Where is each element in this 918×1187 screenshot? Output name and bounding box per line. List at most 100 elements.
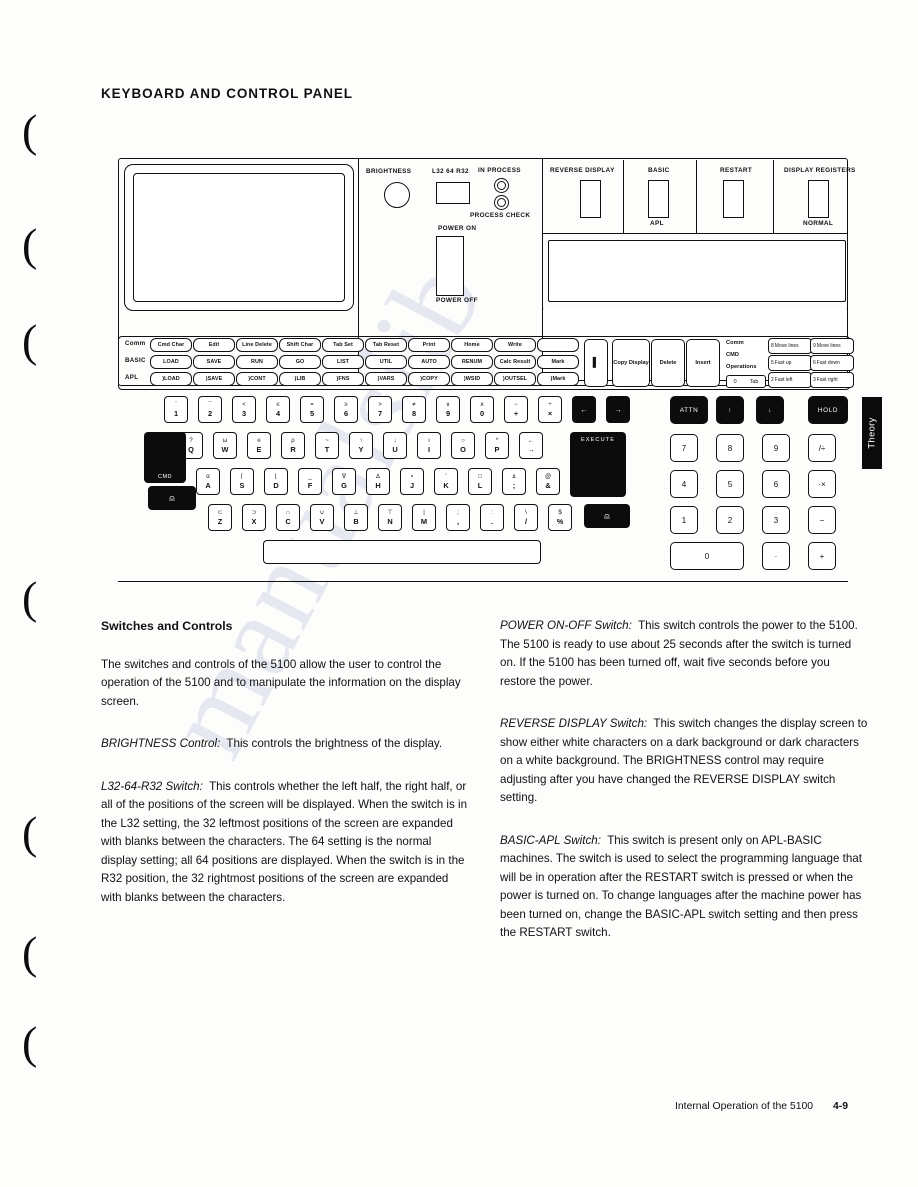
fkey-apl-lib[interactable]: )LIB — [279, 372, 321, 386]
key-f[interactable]: _ F — [298, 468, 322, 495]
numpad-4[interactable]: 4 — [670, 470, 698, 498]
fkey-apl-vars[interactable]: )VARS — [365, 372, 407, 386]
fkey-apl-outsel[interactable]: )OUTSEL — [494, 372, 536, 386]
key-d[interactable]: ⌊ D — [264, 468, 288, 495]
fkey-apl-mark[interactable]: )Mark — [537, 372, 579, 386]
key-3[interactable]: <3 — [232, 396, 256, 423]
key-8[interactable]: ≠ 8 — [402, 396, 426, 423]
fkey-print[interactable]: Print — [408, 338, 450, 352]
restart-switch[interactable] — [723, 180, 744, 218]
numpad-1[interactable]: 1 — [670, 506, 698, 534]
power-switch[interactable] — [436, 236, 464, 296]
numpad-5[interactable]: 5 — [716, 470, 744, 498]
reverse-display-switch[interactable] — [580, 180, 601, 218]
fkey-apl-cont[interactable]: )CONT — [236, 372, 278, 386]
cursor-up-key[interactable]: ↑ — [716, 396, 744, 424]
cmd-fast-up-key[interactable]: 5 Fast up — [768, 355, 812, 371]
key-v[interactable]: ∪ V — [310, 504, 334, 531]
fkey-run[interactable]: RUN — [236, 355, 278, 369]
key-times[interactable]: ÷ × — [538, 396, 562, 423]
execute-key[interactable]: EXECUTE — [570, 432, 626, 497]
cmd-tab-key[interactable]: 0 Tab — [726, 375, 766, 388]
fkey-write[interactable]: Write — [494, 338, 536, 352]
numpad-9[interactable]: 9 — [762, 434, 790, 462]
key-h[interactable]: ∆ H — [366, 468, 390, 495]
key-s[interactable]: ⌈ S — [230, 468, 254, 495]
key-r[interactable]: ρR — [281, 432, 305, 459]
fkey-calc-result[interactable]: Calc Result — [494, 355, 536, 369]
key-plus[interactable]: − + — [504, 396, 528, 423]
fkey-mark[interactable]: Mark — [537, 355, 579, 369]
spacebar[interactable] — [263, 540, 541, 564]
key-g[interactable]: ∇ G — [332, 468, 356, 495]
numpad-8[interactable]: 8 — [716, 434, 744, 462]
numpad-6[interactable]: 6 — [762, 470, 790, 498]
fkey-home[interactable]: Home — [451, 338, 493, 352]
attn-key[interactable]: ATTN — [670, 396, 708, 424]
key-y[interactable]: ↑ Y — [349, 432, 373, 459]
key-t[interactable]: ~ T — [315, 432, 339, 459]
numpad-divide[interactable]: /÷ — [808, 434, 836, 462]
fkey-apl-wsid[interactable]: )WSID — [451, 372, 493, 386]
key-l[interactable]: □ L — [468, 468, 492, 495]
key-p[interactable]: * P — [485, 432, 509, 459]
key-5[interactable]: = 5 — [300, 396, 324, 423]
fkey-apl-save[interactable]: )SAVE — [193, 372, 235, 386]
key-z[interactable]: ⊂ Z — [208, 504, 232, 531]
fkey-blank[interactable] — [537, 338, 579, 352]
numpad-2[interactable]: 2 — [716, 506, 744, 534]
shift-key-left[interactable]: ⍝ — [148, 486, 196, 510]
key-e[interactable]: ∊ E — [247, 432, 271, 459]
delete-key[interactable]: Delete — [651, 339, 685, 387]
numpad-multiply[interactable]: ·× — [808, 470, 836, 498]
fkey-load[interactable]: LOAD — [150, 355, 192, 369]
key-semicolon[interactable]: ⍎; — [502, 468, 526, 495]
key-7[interactable]: >7 — [368, 396, 392, 423]
fkey-list[interactable]: LIST — [322, 355, 364, 369]
display-registers-switch[interactable] — [808, 180, 829, 218]
key-m[interactable]: | M — [412, 504, 436, 531]
copy-display-key[interactable]: Copy Display — [612, 339, 650, 387]
key-1[interactable]: ¨ 1 — [164, 396, 188, 423]
numpad-7[interactable]: 7 — [670, 434, 698, 462]
fkey-go[interactable]: GO — [279, 355, 321, 369]
insert-key[interactable]: Insert — [686, 339, 720, 387]
key-i[interactable]: ιI — [417, 432, 441, 459]
fkey-renum[interactable]: RENUM — [451, 355, 493, 369]
key-x[interactable]: ⊃ X — [242, 504, 266, 531]
key-c[interactable]: ∩ C — [276, 504, 300, 531]
cmd-fast-right-key[interactable]: 3 Fast right — [810, 372, 854, 388]
key-ampersand[interactable]: @ & — [536, 468, 560, 495]
key-w[interactable]: ωW — [213, 432, 237, 459]
key-j[interactable]: ∘ J — [400, 468, 424, 495]
basic-apl-switch[interactable] — [648, 180, 669, 218]
fkey-line-delete[interactable]: Line Delete — [236, 338, 278, 352]
hold-key[interactable]: HOLD — [808, 396, 848, 424]
numpad-plus[interactable]: + — [808, 542, 836, 570]
fkey-apl-copy[interactable]: )COPY — [408, 372, 450, 386]
fkey-auto[interactable]: AUTO — [408, 355, 450, 369]
cursor-down-key[interactable]: ↓ — [756, 396, 784, 424]
key-period[interactable]: :. — [480, 504, 504, 531]
l32-64-r32-switch[interactable] — [436, 182, 470, 204]
key-forward[interactable]: → — [606, 396, 630, 423]
fkey-save[interactable]: SAVE — [193, 355, 235, 369]
brightness-knob[interactable] — [384, 182, 410, 208]
fkey-apl-fns[interactable]: )FNS — [322, 372, 364, 386]
key-9[interactable]: ∨ 9 — [436, 396, 460, 423]
key-o[interactable]: ○ O — [451, 432, 475, 459]
numpad-decimal[interactable]: · — [762, 542, 790, 570]
key-0[interactable]: ∧ 0 — [470, 396, 494, 423]
key-b[interactable]: ⊥ B — [344, 504, 368, 531]
key-a[interactable]: αA — [196, 468, 220, 495]
cmd-key[interactable]: CMD — [144, 432, 186, 483]
fkey-util[interactable]: UTIL — [365, 355, 407, 369]
key-slash[interactable]: \ / — [514, 504, 538, 531]
key-n[interactable]: ⊤ N — [378, 504, 402, 531]
key-comma[interactable]: ;, — [446, 504, 470, 531]
cmd-move-lines-down-key[interactable]: 9 Move lines — [810, 338, 854, 354]
cmd-fast-down-key[interactable]: 6 Fast down — [810, 355, 854, 371]
numpad-3[interactable]: 3 — [762, 506, 790, 534]
cursor-key[interactable]: ▌ — [584, 339, 608, 387]
key-2[interactable]: ¯ 2 — [198, 396, 222, 423]
